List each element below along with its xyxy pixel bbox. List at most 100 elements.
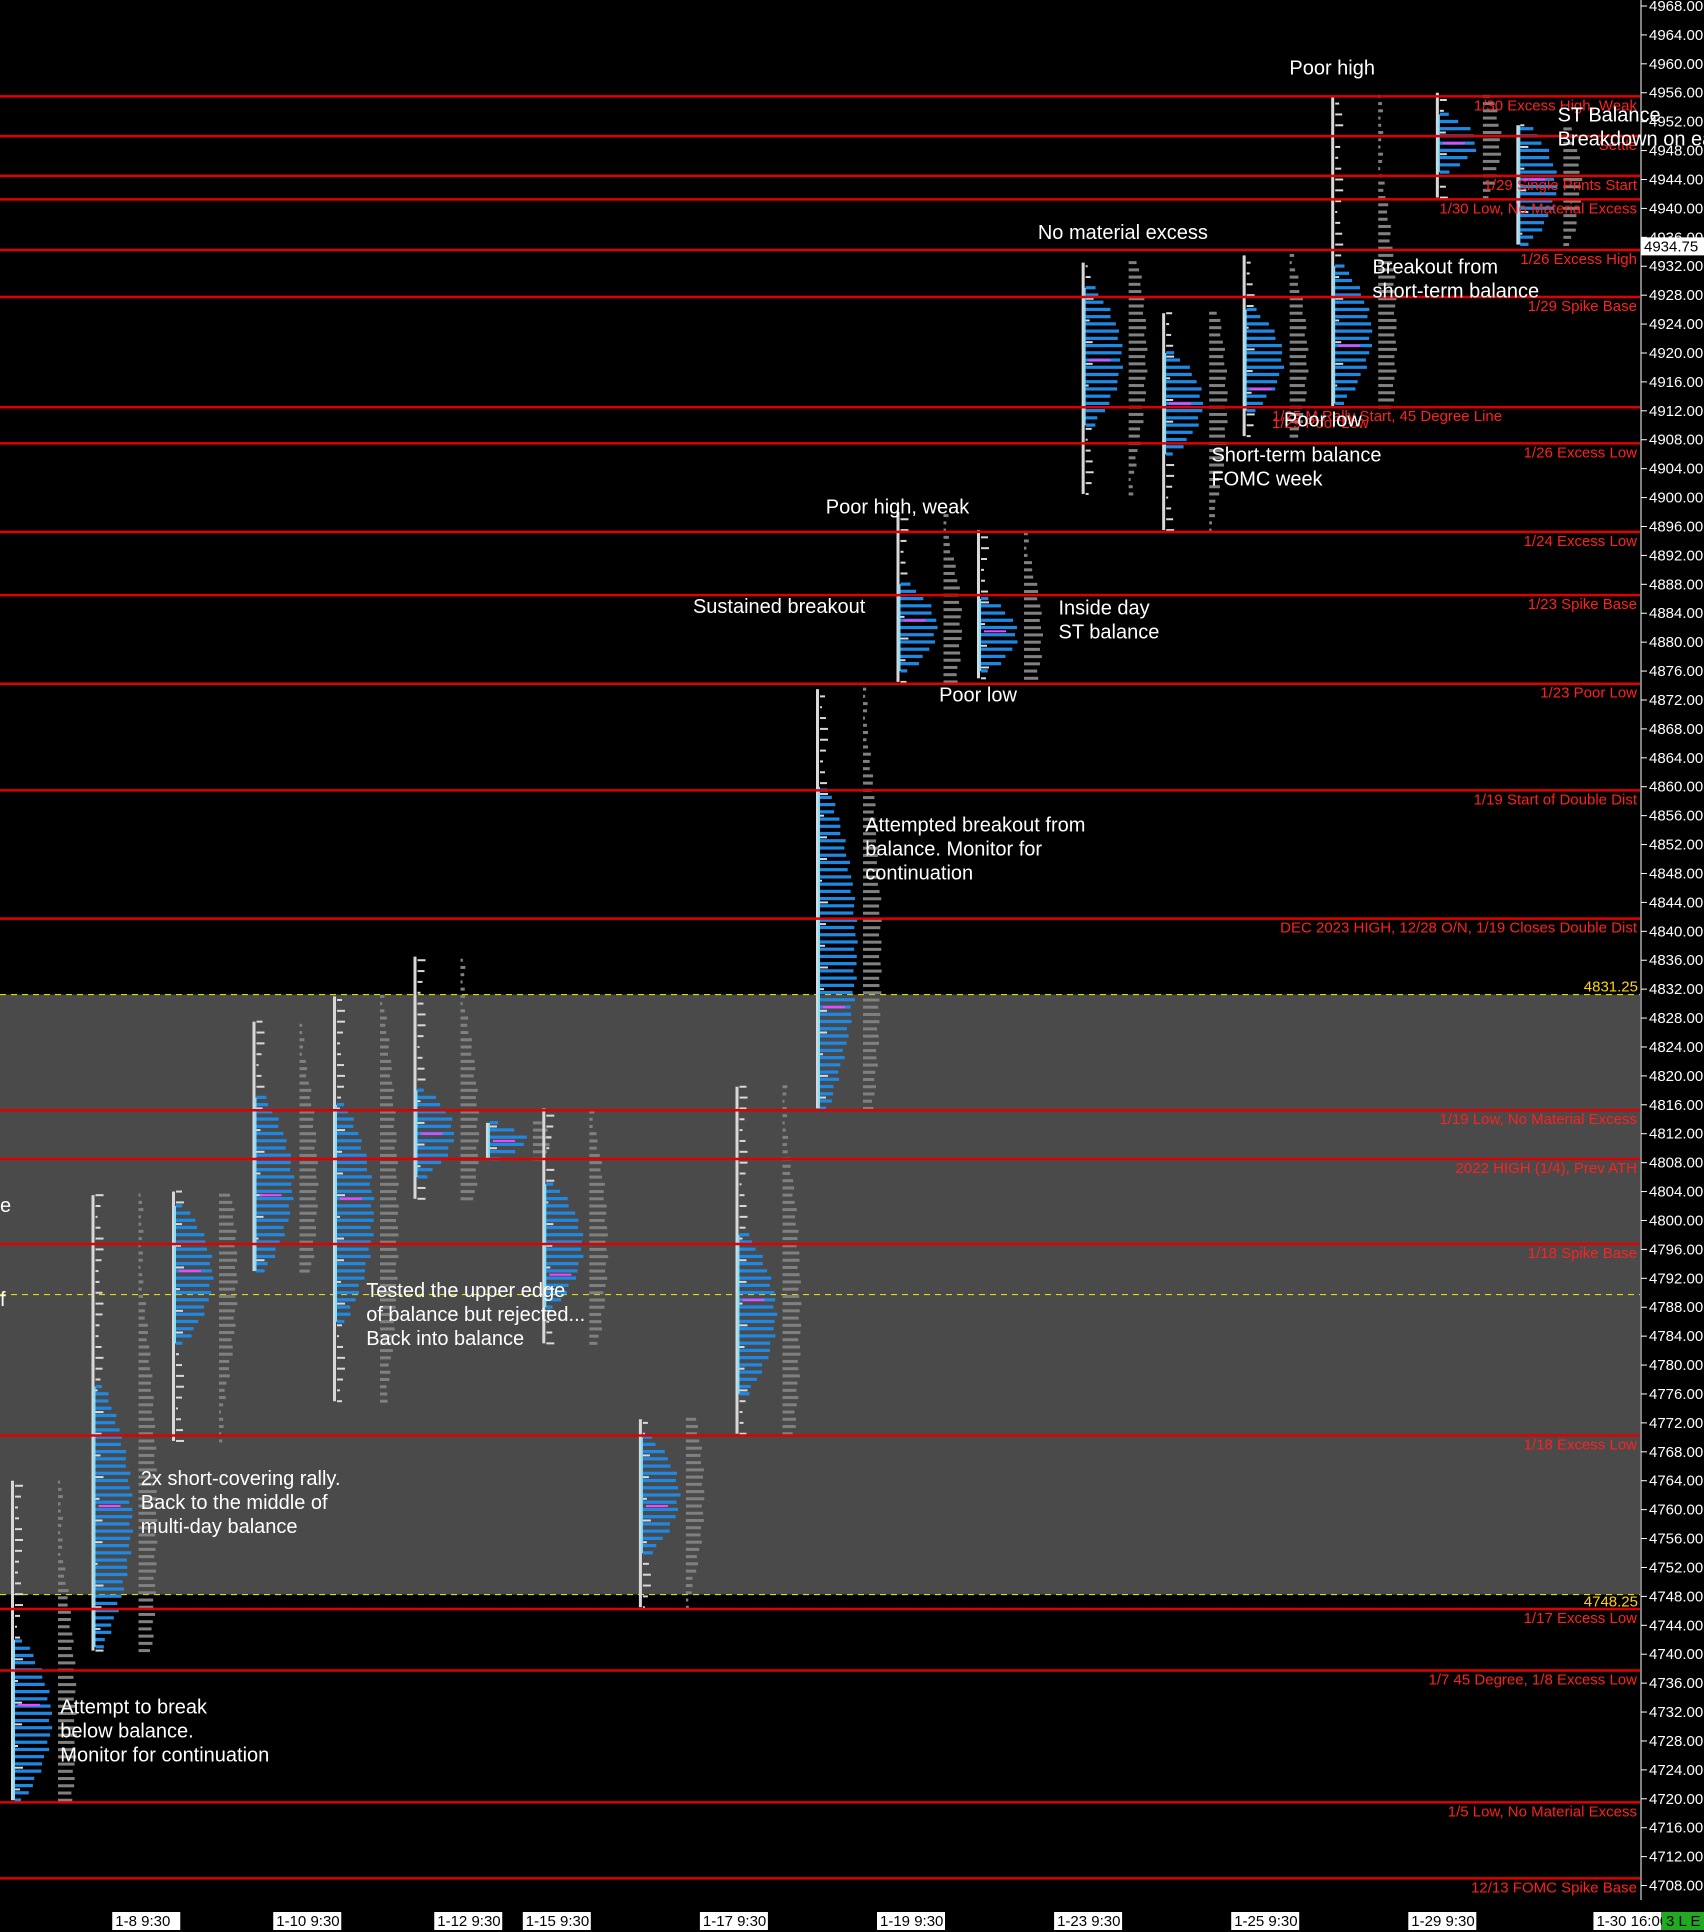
tpo-letter-row [95, 1541, 103, 1544]
poc-marker [823, 1006, 845, 1009]
time-axis[interactable]: 1-8 9:30 1-10 9:30 1-12 9:30 1-15 9:30 1-17 … [0, 1910, 1704, 1932]
tpo-value-row [1246, 380, 1278, 384]
date-label[interactable]: 1-15 9:30 [522, 1912, 591, 1930]
tpo-value-row [642, 1493, 681, 1497]
tpo-initial-balance [487, 1122, 490, 1160]
tpo-value-row [820, 1056, 845, 1060]
tpo-value-row [337, 1225, 371, 1230]
annotation-line: balance. Monitor for [865, 839, 1042, 861]
volume-row [1209, 376, 1226, 380]
tpo-letter-row [1335, 232, 1343, 235]
tpo-value-row [1166, 445, 1184, 449]
tpo-value-row [176, 1283, 210, 1287]
volume-row [460, 1059, 475, 1063]
volume-row [460, 1002, 463, 1006]
tpo-value-row [1085, 401, 1110, 406]
volume-row [1289, 311, 1303, 315]
volume-row [380, 1132, 397, 1136]
volume-row [219, 1265, 235, 1269]
volume-row [1378, 311, 1395, 315]
tpo-value-row [642, 1507, 679, 1512]
tpo-value-row [95, 1399, 109, 1403]
tpo-value-row [1520, 156, 1550, 160]
tpo-value-row [1085, 351, 1122, 355]
date-label[interactable]: 1-17 9:30 [699, 1912, 768, 1930]
tpo-letter-row [417, 1067, 425, 1070]
volume-row [685, 1526, 702, 1530]
tpo-value-row [820, 1034, 849, 1038]
volume-row [943, 608, 962, 612]
tpo-letter-row [1246, 261, 1251, 264]
volume-row [685, 1540, 702, 1544]
volume-row [58, 1610, 71, 1614]
volume-row [299, 1161, 318, 1165]
tpo-initial-balance [1244, 309, 1247, 411]
volume-row [138, 1338, 147, 1342]
volume-row [685, 1518, 704, 1522]
tpo-value-row [820, 1084, 834, 1089]
date-label[interactable]: 1-8 9:30 [112, 1912, 181, 1930]
volume-row [219, 1388, 225, 1392]
price-tick-label: 4932.00 [1649, 258, 1703, 275]
tpo-letter-row [256, 1085, 265, 1088]
volume-row [1024, 655, 1042, 659]
tpo-letter-row [1166, 355, 1175, 358]
date-label[interactable]: 1-25 9:30 [1231, 1912, 1300, 1930]
volume-row [1024, 626, 1042, 630]
annotation: Poor low [939, 684, 1017, 706]
tpo-letter-row [546, 1114, 555, 1117]
tpo-value-row [820, 875, 852, 879]
volume-row [1128, 449, 1138, 453]
tpo-letter-row [417, 1002, 424, 1005]
tpo-value-row [176, 1298, 209, 1302]
tpo-letter-row [1085, 341, 1093, 344]
tpo-letter-row [820, 944, 825, 947]
volume-row [782, 1229, 799, 1233]
annotation-line: Short-term balance [1211, 444, 1381, 466]
volume-row [863, 1078, 875, 1082]
tpo-value-row [1166, 365, 1190, 369]
tpo-initial-balance [1164, 352, 1167, 455]
volume-row [1482, 152, 1502, 156]
volume-row [58, 1495, 63, 1499]
date-label[interactable]: 1-29 9:30 [1408, 1912, 1477, 1930]
volume-row [299, 1262, 312, 1266]
volume-row [1378, 340, 1396, 344]
date-label[interactable]: 1-19 9:30 [877, 1912, 945, 1930]
volume-row [863, 940, 882, 944]
tpo-value-row [337, 1218, 374, 1222]
date-label[interactable]: 1-10 9:30 [273, 1912, 342, 1930]
volume-row [299, 1153, 317, 1157]
tpo-value-row [176, 1319, 199, 1324]
tpo-letter-row [95, 1367, 103, 1370]
tpo-letter-row [981, 677, 986, 680]
date-label[interactable]: 1-23 9:30 [1054, 1912, 1123, 1930]
tpo-value-row [1085, 372, 1119, 377]
tpo-value-row [15, 1675, 43, 1679]
date-label[interactable]: 1-30 16:00 [1593, 1912, 1668, 1930]
price-tick-label: 4848.00 [1649, 865, 1703, 882]
volume-row [58, 1502, 61, 1506]
volume-row [380, 1031, 387, 1035]
annotation-line: of balance but rejected... [366, 1304, 585, 1326]
tpo-value-row [256, 1168, 291, 1172]
tpo-value-row [95, 1464, 126, 1468]
tpo-letter-row [739, 1237, 743, 1240]
volume-row [1024, 611, 1042, 615]
volume-row [1128, 420, 1144, 424]
price-tick-label: 4804.00 [1649, 1184, 1703, 1201]
volume-row [1289, 253, 1295, 257]
tpo-letter-row [176, 1385, 184, 1388]
volume-row [219, 1229, 237, 1233]
volume-row [380, 1255, 399, 1259]
volume-row [943, 600, 960, 604]
tpo-letter-row [546, 1266, 551, 1269]
volume-row [380, 1218, 396, 1222]
volume-row [138, 1193, 141, 1197]
volume-row [299, 1059, 306, 1063]
tpo-value-row [820, 824, 841, 828]
date-label[interactable]: 1-12 9:30 [434, 1912, 503, 1930]
tpo-letter-row [1246, 305, 1254, 308]
volume-row [58, 1683, 77, 1687]
volume-row [782, 1186, 795, 1190]
